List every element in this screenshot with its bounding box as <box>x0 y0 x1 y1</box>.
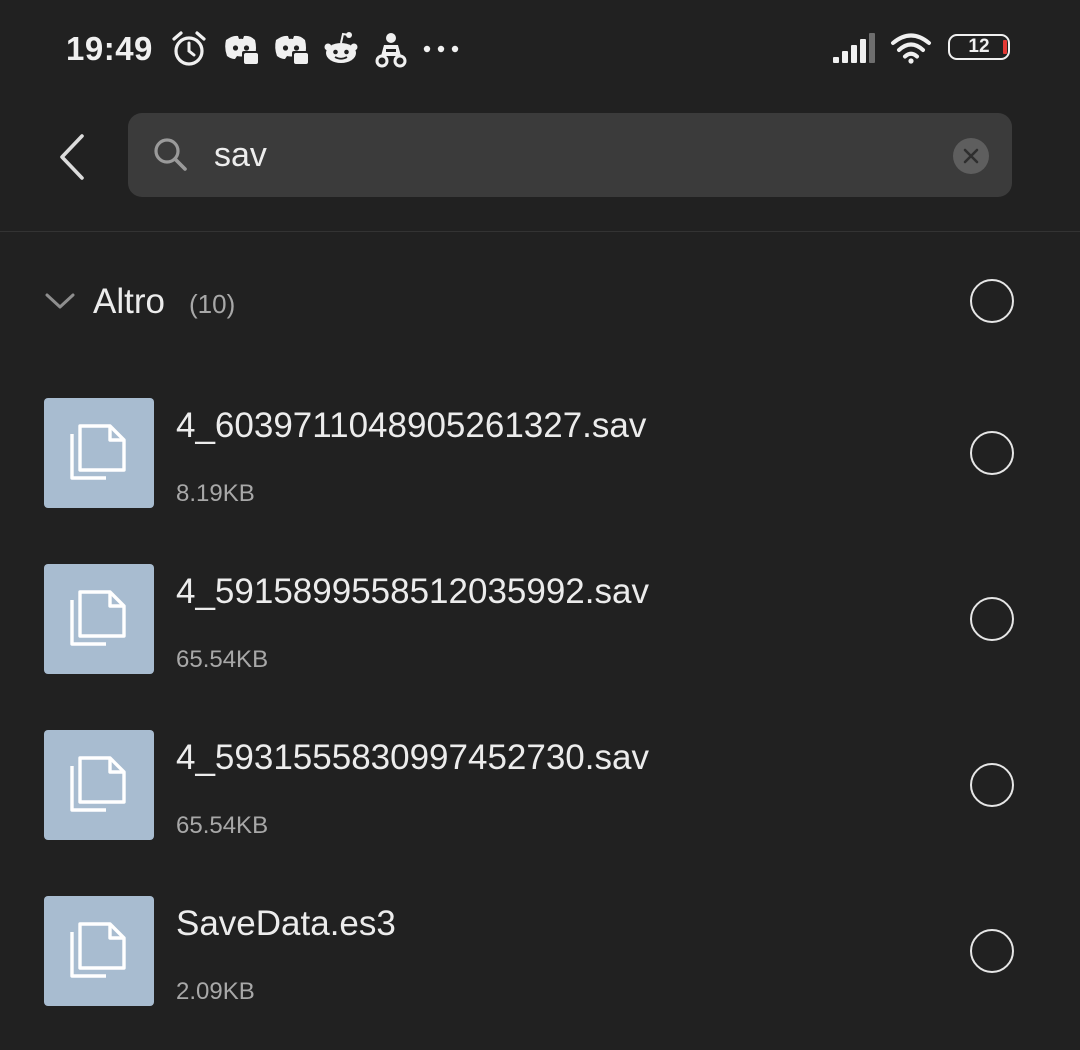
select-group-checkbox[interactable] <box>970 279 1014 323</box>
reddit-icon <box>324 32 358 63</box>
chevron-down-icon[interactable] <box>43 286 77 316</box>
alarm-clock-icon <box>172 31 206 66</box>
group-count: (10) <box>189 289 236 319</box>
file-size: 65.54KB <box>176 646 269 673</box>
back-button[interactable] <box>48 128 98 186</box>
file-list-item[interactable]: SaveData.es3 2.09KB <box>0 896 1080 1026</box>
game-app-icon <box>375 33 407 68</box>
battery-indicator: 12 <box>948 34 1016 64</box>
search-icon <box>154 138 187 171</box>
status-time: 19:49 <box>66 30 153 67</box>
discord-icon <box>275 35 309 65</box>
file-copy-icon <box>70 756 126 812</box>
file-copy-icon <box>70 424 126 480</box>
header-divider <box>0 231 1080 232</box>
battery-level: 12 <box>968 36 990 57</box>
file-thumbnail <box>44 896 154 1006</box>
file-select-checkbox[interactable] <box>970 929 1014 973</box>
file-name: 4_6039711048905261327.sav <box>176 406 647 445</box>
group-header[interactable]: Altro (10) <box>0 262 1080 342</box>
search-bar <box>128 113 1012 197</box>
file-search-screen: 19:49 12 sav Altro (10) 4_60397110489052… <box>0 0 1080 1050</box>
file-size: 8.19KB <box>176 480 255 507</box>
file-select-checkbox[interactable] <box>970 431 1014 475</box>
file-copy-icon <box>70 590 126 646</box>
status-bar: 19:49 12 <box>0 0 1080 100</box>
file-list-item[interactable]: 4_5931555830997452730.sav 65.54KB <box>0 730 1080 860</box>
signal-strength-icon <box>833 33 875 63</box>
file-thumbnail <box>44 564 154 674</box>
file-select-checkbox[interactable] <box>970 763 1014 807</box>
file-size: 2.09KB <box>176 978 255 1005</box>
file-name: 4_5915899558512035992.sav <box>176 572 649 611</box>
more-dots-icon <box>423 45 459 53</box>
file-copy-icon <box>70 922 126 978</box>
discord-icon <box>225 35 259 65</box>
wifi-icon <box>891 33 931 64</box>
file-size: 65.54KB <box>176 812 269 839</box>
clear-search-button[interactable] <box>952 137 990 175</box>
file-name: SaveData.es3 <box>176 904 396 943</box>
file-list-item[interactable]: 4_5915899558512035992.sav 65.54KB <box>0 564 1080 694</box>
search-input[interactable] <box>214 131 914 179</box>
file-name: 4_5931555830997452730.sav <box>176 738 649 777</box>
group-title: Altro <box>93 282 165 321</box>
file-list-item[interactable]: 4_6039711048905261327.sav 8.19KB <box>0 398 1080 528</box>
file-thumbnail <box>44 730 154 840</box>
file-thumbnail <box>44 398 154 508</box>
file-select-checkbox[interactable] <box>970 597 1014 641</box>
